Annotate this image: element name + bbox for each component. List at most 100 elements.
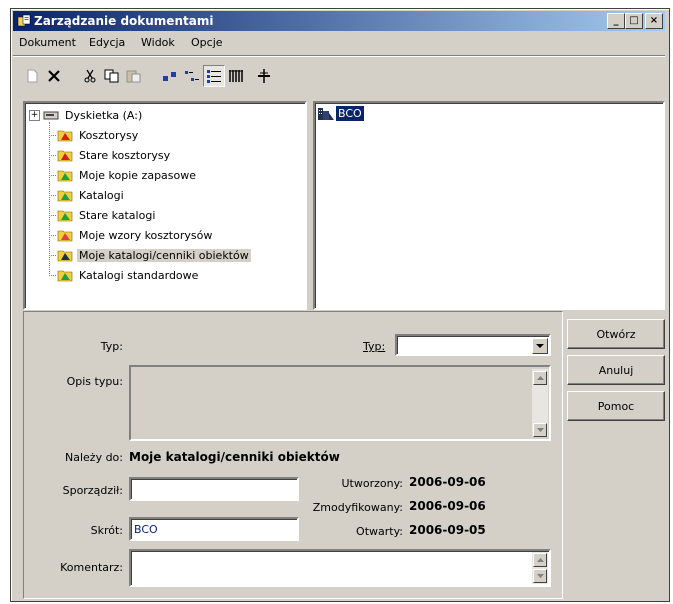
typ-combo-label: Typ:	[363, 340, 385, 353]
tree-item-label: Stare kosztorysy	[79, 148, 171, 162]
typ-combo-label-text: Typ:	[363, 340, 386, 353]
folder-green-icon	[57, 170, 73, 182]
tree-connector-branch	[49, 175, 56, 176]
details-view-icon	[229, 70, 243, 82]
komentarz-scrollbar[interactable]	[532, 552, 548, 584]
tree-item-label: Stare katalogi	[79, 208, 156, 222]
tree-item[interactable]: Stare kosztorysy	[49, 146, 172, 164]
typ-dropdown-button[interactable]	[532, 338, 548, 354]
copy-icon	[104, 69, 119, 83]
opis-typu-label: Opis typu:	[66, 375, 123, 388]
tree-connector-branch	[49, 235, 56, 236]
tree-item[interactable]: Katalogi	[49, 186, 126, 204]
properties-icon	[258, 69, 270, 83]
scroll-up-button[interactable]	[533, 371, 547, 385]
folder-template-icon	[57, 230, 73, 242]
tree-item[interactable]: Stare katalogi	[49, 206, 157, 224]
chevron-down-icon	[536, 427, 544, 432]
menu-widok[interactable]: Widok	[141, 36, 175, 49]
tree-item[interactable]: Moje kopie zapasowe	[49, 166, 198, 184]
folder-green-icon	[57, 210, 73, 222]
tree-connector-branch	[49, 215, 56, 216]
tree-item-label: Moje kopie zapasowe	[79, 168, 197, 182]
utworzony-value: 2006-09-06	[409, 475, 486, 489]
list-view-icon	[207, 70, 221, 83]
minimize-icon: _	[613, 15, 619, 26]
chevron-down-icon	[536, 573, 544, 578]
menu-dokument[interactable]: Dokument	[19, 36, 76, 49]
details-view-button[interactable]	[225, 65, 247, 87]
folder-green-icon	[57, 190, 73, 202]
tree-connector-branch	[49, 135, 56, 136]
new-document-button[interactable]	[21, 65, 43, 87]
paste-icon	[126, 70, 141, 83]
tree-connector-branch	[49, 255, 56, 256]
copy-button[interactable]	[101, 65, 123, 87]
opis-typu-field[interactable]	[129, 365, 551, 441]
cut-icon	[84, 69, 96, 83]
scroll-down-button[interactable]	[533, 423, 547, 437]
zmodyfikowany-label: Zmodyfikowany:	[312, 501, 403, 514]
tree-item[interactable]: Moje wzory kosztorysów	[49, 226, 214, 244]
typ-select[interactable]	[395, 334, 551, 356]
maximize-button[interactable]: □	[625, 13, 643, 29]
maximize-icon: □	[629, 15, 639, 26]
opis-scrollbar[interactable]	[532, 369, 548, 437]
menu-edycja[interactable]: Edycja	[89, 36, 125, 49]
tree-connector-line	[49, 122, 50, 276]
tree-item[interactable]: + Dyskietka (A:)	[29, 106, 144, 124]
delete-icon	[48, 70, 60, 82]
paste-button[interactable]	[123, 65, 145, 87]
folder-green-icon	[57, 270, 73, 282]
properties-button[interactable]	[253, 65, 275, 87]
menu-opcje[interactable]: Opcje	[191, 36, 223, 49]
file-item-bco[interactable]: BCO	[317, 105, 364, 121]
folder-red-icon	[57, 150, 73, 162]
skrot-value: BCO	[134, 523, 158, 536]
delete-button[interactable]	[43, 65, 65, 87]
close-icon: ×	[649, 15, 659, 26]
list-view-button[interactable]	[203, 65, 225, 87]
tree-item-label: Moje wzory kosztorysów	[79, 228, 213, 242]
title-bar[interactable]: Zarządzanie dokumentami _ □ ×	[13, 11, 665, 31]
new-document-icon	[27, 69, 38, 83]
cancel-button[interactable]: Anuluj	[567, 355, 665, 385]
otwarty-label: Otwarty:	[356, 525, 403, 538]
help-button[interactable]: Pomoc	[567, 391, 665, 421]
tree-item-label: Katalogi standardowe	[79, 268, 199, 282]
cut-button[interactable]	[79, 65, 101, 87]
window-title: Zarządzanie dokumentami	[34, 14, 214, 28]
tree-item-label: Dyskietka (A:)	[65, 108, 143, 122]
folder-tree[interactable]: + Dyskietka (A:) Kosztorysy Stare kosztorys…	[23, 101, 307, 310]
minimize-button[interactable]: _	[607, 13, 625, 29]
zmodyfikowany-value: 2006-09-06	[409, 499, 486, 513]
tree-item-label: Katalogi	[79, 188, 124, 202]
skrot-input[interactable]: BCO	[129, 517, 299, 541]
nalezy-do-value: Moje katalogi/cenniki obiektów	[129, 450, 340, 464]
tree-item[interactable]: Katalogi standardowe	[49, 266, 200, 284]
small-icons-view-button[interactable]	[181, 65, 203, 87]
building-icon	[318, 108, 334, 120]
large-icons-view-button[interactable]	[159, 65, 181, 87]
komentarz-scroll-down[interactable]	[533, 569, 547, 583]
sporzadzil-input[interactable]	[129, 477, 299, 501]
toolbar	[13, 65, 663, 91]
app-icon	[17, 14, 31, 27]
tree-connector-branch	[49, 275, 56, 276]
chevron-up-icon	[536, 557, 544, 562]
expand-icon[interactable]: +	[29, 110, 40, 121]
open-button[interactable]: Otwórz	[567, 319, 665, 349]
komentarz-scroll-up[interactable]	[533, 553, 547, 567]
document-manager-window: Zarządzanie dokumentami _ □ × Dokument E…	[10, 8, 670, 602]
nalezy-do-label: Należy do:	[65, 451, 123, 464]
file-list[interactable]: BCO	[313, 101, 665, 310]
tree-item[interactable]: Kosztorysy	[49, 126, 140, 144]
menu-separator	[13, 55, 665, 57]
close-button[interactable]: ×	[645, 13, 663, 29]
chevron-down-icon	[536, 344, 544, 348]
komentarz-input[interactable]	[129, 549, 551, 587]
skrot-label: Skrót:	[90, 524, 123, 537]
tree-item[interactable]: Moje katalogi/cenniki obiektów	[49, 246, 251, 264]
tree-item-label: Kosztorysy	[79, 128, 139, 142]
folder-red-icon	[57, 130, 73, 142]
